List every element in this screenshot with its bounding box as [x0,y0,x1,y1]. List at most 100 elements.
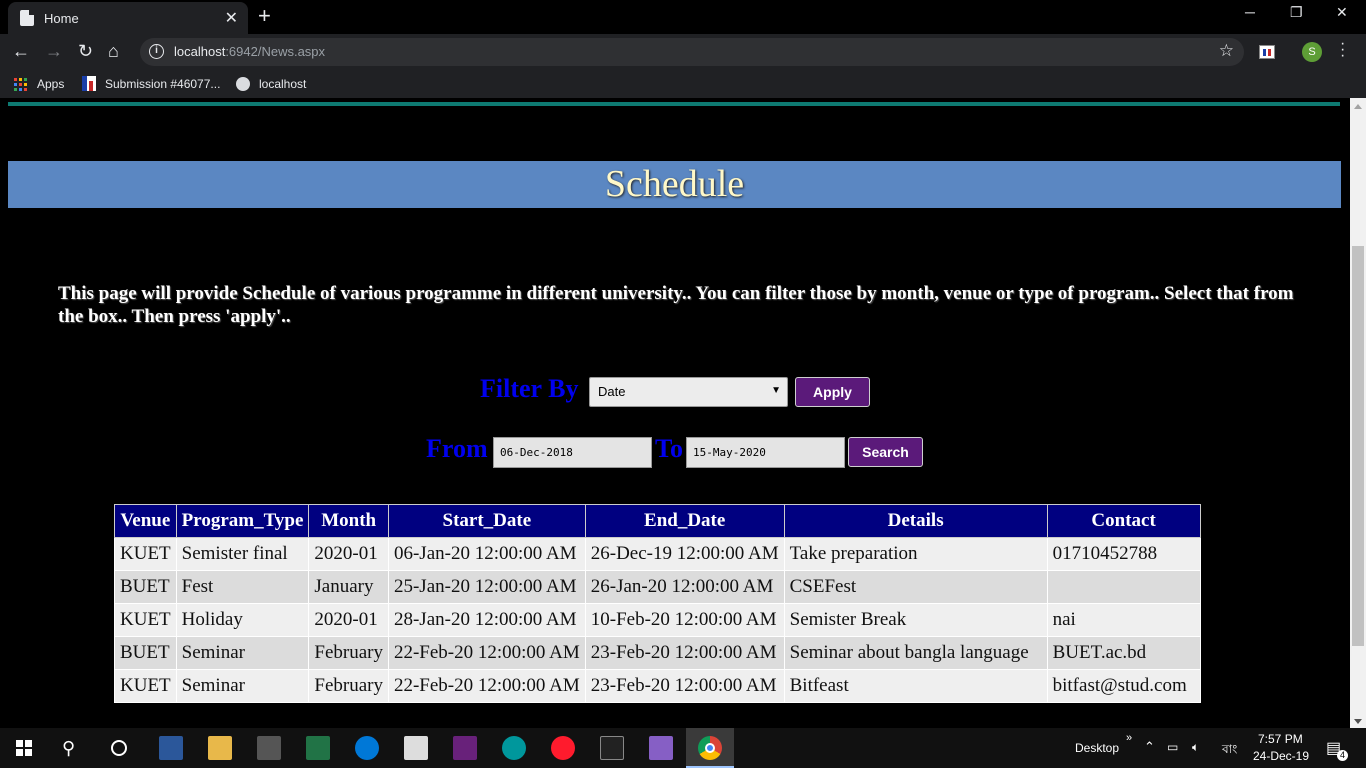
cell-start-date: 06-Jan-20 12:00:00 AM [387,537,586,571]
bookmark-favicon-icon [82,76,96,91]
task-view-icon[interactable] [111,740,127,756]
table-row: KUET Holiday 2020-01 28-Jan-20 12:00:00 … [114,603,1201,637]
bookmarks-bar: Apps Submission #46077... localhost [0,70,1366,98]
col-header-venue: Venue [114,504,177,538]
cell-contact: nai [1046,603,1201,637]
apply-button[interactable]: Apply [795,377,870,407]
reload-icon[interactable]: ↻ [78,41,93,62]
dropdown-arrow-icon: ▼ [771,385,781,396]
browser-tab[interactable]: Home ✕ [8,2,248,34]
back-icon[interactable]: ← [12,41,30,62]
bookmark-localhost[interactable]: localhost [259,77,306,91]
cell-program-type: Holiday [175,603,310,637]
filter-selected-value: Date [598,384,626,399]
search-icon[interactable]: ⚲ [62,738,75,759]
forward-icon[interactable]: → [45,41,63,62]
home-icon[interactable]: ⌂ [108,41,119,62]
tab-close-icon[interactable]: ✕ [225,8,238,28]
url-text[interactable]: localhost:6942/News.aspx [174,44,325,59]
apps-grid-icon[interactable] [14,78,27,91]
visual-studio-2-icon[interactable] [649,736,673,760]
page-scrollbar[interactable] [1350,98,1366,730]
cell-program-type: Seminar [175,669,310,703]
clock-time[interactable]: 7:57 PM [1258,732,1303,746]
site-info-icon[interactable]: i [149,44,164,59]
cell-details: Bitfeast [783,669,1048,703]
chevron-right-icon[interactable]: » [1126,732,1132,744]
tab-title: Home [44,11,79,26]
cell-program-type: Fest [175,570,310,604]
restore-icon[interactable]: ❐ [1290,4,1303,21]
chrome-center-icon [705,743,715,753]
cell-end-date: 26-Jan-20 12:00:00 AM [584,570,785,604]
scroll-thumb[interactable] [1352,246,1364,646]
search-button[interactable]: Search [848,437,923,467]
filter-select[interactable]: Date ▼ [589,377,788,407]
table-row: BUET Fest January 25-Jan-20 12:00:00 AM … [114,570,1201,604]
edge-icon[interactable] [355,736,379,760]
table-row: BUET Seminar February 22-Feb-20 12:00:00… [114,636,1201,670]
visual-studio-icon[interactable] [453,736,477,760]
intro-text: This page will provide Schedule of vario… [58,283,1294,327]
language-indicator[interactable]: বাং [1222,741,1237,761]
cell-start-date: 22-Feb-20 12:00:00 AM [387,636,586,670]
terminal-icon[interactable] [600,736,624,760]
bookmark-apps[interactable]: Apps [37,77,64,91]
notification-count-badge: 4 [1337,750,1348,761]
menu-dots-icon[interactable]: · · · [1340,36,1345,64]
mail-icon[interactable] [404,736,428,760]
cell-contact: bitfast@stud.com [1046,669,1201,703]
cell-contact: BUET.ac.bd [1046,636,1201,670]
volume-icon[interactable]: 🔈︎ [1192,740,1199,755]
table-row: KUET Seminar February 22-Feb-20 12:00:00… [114,669,1201,703]
table-header-row: Venue Program_Type Month Start_Date End_… [114,504,1201,538]
col-header-end-date: End_Date [584,504,785,538]
extension-icon[interactable] [1259,45,1275,59]
file-explorer-icon[interactable] [208,736,232,760]
browser-toolbar: ← → ↻ ⌂ i localhost:6942/News.aspx ☆ [0,34,1366,70]
close-window-icon[interactable]: ✕ [1336,4,1348,21]
scroll-up-icon[interactable] [1354,104,1362,109]
cell-venue: BUET [114,570,177,604]
cell-venue: KUET [114,603,177,637]
to-date-input[interactable]: 15-May-2020 [686,437,845,468]
word-icon[interactable] [159,736,183,760]
from-date-input[interactable]: 06-Dec-2018 [493,437,652,468]
to-label: To [655,434,683,463]
new-tab-icon[interactable]: + [258,3,271,29]
cell-venue: KUET [114,669,177,703]
cell-month: February [308,669,389,703]
minimize-icon[interactable]: ─ [1245,4,1255,20]
cell-start-date: 25-Jan-20 12:00:00 AM [387,570,586,604]
chevron-up-icon[interactable]: ⌃ [1144,739,1155,755]
bookmark-submission[interactable]: Submission #46077... [105,77,220,91]
schedule-banner: Schedule [8,161,1341,208]
browser-titlebar: Home ✕ + ─ ❐ ✕ [0,0,1366,34]
start-windows-icon[interactable] [16,740,32,756]
cell-month: January [308,570,389,604]
cell-program-type: Seminar [175,636,310,670]
excel-icon[interactable] [306,736,330,760]
store-icon[interactable] [257,736,281,760]
network-icon[interactable]: ▭ [1167,740,1178,754]
opera-icon[interactable] [551,736,575,760]
cell-program-type: Semister final [175,537,310,571]
header-divider [8,102,1340,106]
address-bar[interactable]: i localhost:6942/News.aspx ☆ [140,38,1244,66]
col-header-month: Month [308,504,389,538]
cell-start-date: 28-Jan-20 12:00:00 AM [387,603,586,637]
desktop-toolbar-label[interactable]: Desktop [1075,741,1119,755]
bookmark-star-icon[interactable]: ☆ [1219,41,1234,61]
cell-month: 2020-01 [308,603,389,637]
clock-date[interactable]: 24-Dec-19 [1253,749,1309,763]
scroll-down-icon[interactable] [1354,719,1362,724]
cell-details: Take preparation [783,537,1048,571]
chrome-taskbar-button[interactable] [686,728,734,768]
col-header-details: Details [783,504,1048,538]
from-label: From [426,434,488,463]
profile-avatar[interactable]: S [1302,42,1322,62]
arduino-icon[interactable] [502,736,526,760]
filter-label: Filter By [480,374,579,403]
page-favicon-icon [20,10,34,26]
cell-end-date: 10-Feb-20 12:00:00 AM [584,603,785,637]
